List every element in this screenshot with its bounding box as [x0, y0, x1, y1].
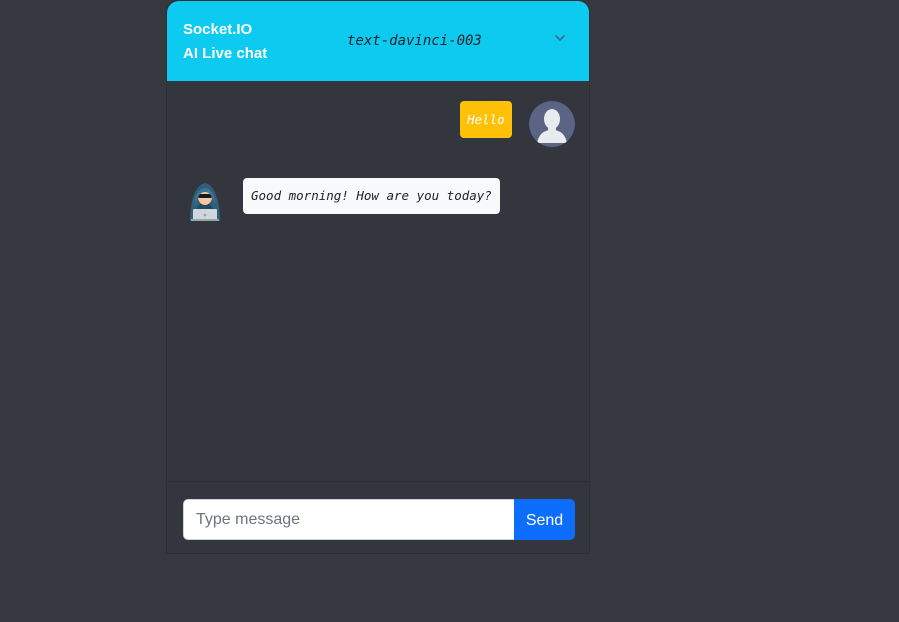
chat-header: Socket.IO AI Live chat text-davinci-003	[167, 1, 589, 81]
message-input[interactable]	[183, 499, 514, 540]
chevron-down-icon	[553, 31, 567, 45]
app-title-line1: Socket.IO	[183, 21, 253, 38]
model-select[interactable]: text-davinci-003	[337, 29, 577, 55]
user-message-bubble: Hello	[460, 101, 512, 138]
model-select-value: text-davinci-003	[347, 33, 482, 49]
message-list: Hello Good morning! How are you today?	[167, 81, 589, 481]
app-title: Socket.IO AI Live chat	[183, 18, 267, 66]
hacker-avatar-icon	[182, 175, 228, 221]
ai-message-bubble: Good morning! How are you today?	[243, 178, 500, 214]
user-avatar-icon	[529, 101, 575, 147]
message-row-user: Hello	[167, 81, 589, 151]
composer: Send	[167, 481, 589, 553]
send-button[interactable]: Send	[514, 499, 575, 540]
message-row-ai: Good morning! How are you today?	[167, 171, 589, 231]
app-title-line2: AI Live chat	[183, 45, 268, 62]
chat-window: Socket.IO AI Live chat text-davinci-003 …	[166, 0, 590, 554]
